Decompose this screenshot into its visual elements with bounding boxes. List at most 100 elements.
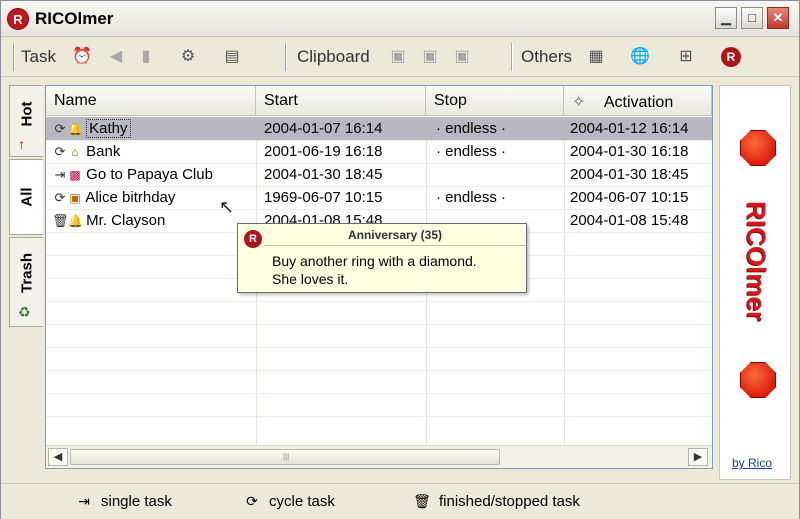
legend-finished-task: 🗑 finished/stopped task xyxy=(411,493,580,510)
tooltip-line: She loves it. xyxy=(272,271,349,287)
app-logo-icon: R xyxy=(7,8,29,30)
back-icon[interactable]: ◀ xyxy=(105,46,127,68)
toolbar-clipboard-label: Clipboard xyxy=(297,47,370,66)
row-name-cell: ⇥ ▩ Go to Papaya Club xyxy=(52,166,213,183)
app-window: R RICOlmer ▁ □ ✕ Task ⏰ ◀ ▮ ⚙ ▤ Clipboar… xyxy=(0,0,800,519)
tab-hot-label: Hot xyxy=(18,101,35,127)
scroll-thumb[interactable]: ||| xyxy=(70,449,500,465)
tab-all[interactable]: All xyxy=(9,159,43,235)
row-activation: 2004-01-30 18:45 xyxy=(570,166,689,183)
cycle-task-icon: ⟳ xyxy=(246,493,258,509)
bank-icon: ⌂ xyxy=(71,145,79,159)
row-start: 2004-01-30 18:45 xyxy=(264,166,383,183)
scroll-left-button[interactable]: ◀ xyxy=(48,448,68,466)
mouse-cursor-icon: ↖ xyxy=(219,197,235,217)
tooltip-body: Buy another ring with a diamond. She lov… xyxy=(272,252,477,288)
row-name: Go to Papaya Club xyxy=(86,166,213,183)
cycle-task-icon: ⟳ xyxy=(54,121,66,136)
network-icon[interactable]: ⊞ xyxy=(675,46,697,68)
brand-panel: RICOlmer by Rico xyxy=(719,85,791,480)
column-header-activation-label: Activation xyxy=(603,94,674,111)
legend-single-task: ⇥ single task xyxy=(73,493,172,510)
scroll-right-button[interactable]: ▶ xyxy=(688,448,708,466)
close-button[interactable]: ✕ xyxy=(767,7,789,29)
globe-icon[interactable]: 🌐 xyxy=(629,46,651,68)
column-header-stop[interactable]: Stop xyxy=(426,86,564,116)
delete-icon[interactable]: ▮ xyxy=(135,46,157,68)
tooltip-line: Buy another ring with a diamond. xyxy=(272,253,477,269)
table-row[interactable]: ⟳ ▣ Alice bitrhday 1969-06-07 10:15 · end… xyxy=(46,186,712,209)
row-name-cell: 🗑🔔 Mr. Clayson xyxy=(52,212,165,229)
copy-icon[interactable]: ▣ xyxy=(419,46,441,68)
settings-icon[interactable]: ⚙ xyxy=(177,46,199,68)
legend-label: finished/stopped task xyxy=(439,493,580,510)
finished-task-icon: 🗑 xyxy=(413,493,431,509)
by-rico-link[interactable]: by Rico xyxy=(732,456,772,470)
row-activation: 2004-06-07 10:15 xyxy=(570,189,689,206)
table-row[interactable]: ⇥ ▩ Go to Papaya Club 2004-01-30 18:45 20… xyxy=(46,163,712,186)
cycle-task-icon: ⟳ xyxy=(54,144,66,159)
cut-icon[interactable]: ▣ xyxy=(387,46,409,68)
trash-icon: ♻ xyxy=(18,304,31,320)
alarm-icon[interactable]: ⏰ xyxy=(71,46,93,68)
note-icon[interactable]: ▤ xyxy=(221,46,243,68)
row-divider xyxy=(46,324,712,325)
brand-text: RICOlmer xyxy=(741,201,772,321)
row-start: 1969-06-07 10:15 xyxy=(264,189,383,206)
window-title: RICOlmer xyxy=(35,9,114,28)
list-header: Name Start Stop ✧ Activation xyxy=(46,86,712,116)
bell-icon: 🔔 xyxy=(68,214,83,228)
title-bar: R RICOlmer ▁ □ ✕ xyxy=(1,1,799,37)
tab-all-label: All xyxy=(18,187,35,207)
minimize-button[interactable]: ▁ xyxy=(715,7,737,29)
column-header-start[interactable]: Start xyxy=(256,86,426,116)
row-activation: 2004-01-08 15:48 xyxy=(570,212,689,229)
row-divider xyxy=(46,416,712,417)
toolbar-separator xyxy=(13,43,15,71)
toolbar-task-label: Task xyxy=(21,47,56,66)
row-stop: · endless · xyxy=(436,143,507,160)
column-header-name[interactable]: Name xyxy=(46,86,256,116)
row-name: Alice bitrhday xyxy=(85,189,176,206)
calendar-icon[interactable]: ▦ xyxy=(585,46,607,68)
single-task-icon: ⇥ xyxy=(78,493,90,509)
finished-task-icon: 🗑 xyxy=(52,213,69,228)
horizontal-scrollbar[interactable]: ◀ ||| ▶ xyxy=(46,445,712,468)
grip-icon: ||| xyxy=(283,452,290,461)
legend-cycle-task: ⟳ cycle task xyxy=(241,493,335,510)
bell-icon: 🔔 xyxy=(68,122,83,136)
column-header-activation[interactable]: ✧ Activation xyxy=(564,86,712,116)
toolbar: Task ⏰ ◀ ▮ ⚙ ▤ Clipboard ▣ ▣ ▣ Others ▦ … xyxy=(1,37,799,77)
row-divider xyxy=(46,393,712,394)
row-activation: 2004-01-12 16:14 xyxy=(570,120,689,137)
brand-hexagon-icon xyxy=(740,362,776,398)
gift-icon: ▩ xyxy=(69,168,81,182)
row-start: 2001-06-19 16:18 xyxy=(264,143,383,160)
rico-icon[interactable]: R xyxy=(721,47,741,67)
row-stop: · endless · xyxy=(436,189,507,206)
row-name: Mr. Clayson xyxy=(86,212,166,229)
legend-label: single task xyxy=(101,493,172,510)
row-divider xyxy=(46,370,712,371)
row-divider xyxy=(46,347,712,348)
maximize-button[interactable]: □ xyxy=(741,7,763,29)
table-row[interactable]: ⟳ ⌂ Bank 2001-06-19 16:18 · endless · 200… xyxy=(46,140,712,163)
legend-label: cycle task xyxy=(269,493,335,510)
row-name-cell: ⟳ 🔔 Kathy xyxy=(52,119,131,138)
sort-icon: ✧ xyxy=(572,94,586,111)
tab-trash[interactable]: Trash ♻ xyxy=(9,237,43,327)
cycle-task-icon: ⟳ xyxy=(54,190,66,205)
table-row[interactable]: ⟳ 🔔 Kathy 2004-01-07 16:14 · endless · 20… xyxy=(46,117,712,140)
tab-hot[interactable]: Hot ↑ xyxy=(9,85,43,157)
row-start: 2004-01-07 16:14 xyxy=(264,120,383,137)
rico-logo-icon: R xyxy=(244,230,262,248)
paste-icon[interactable]: ▣ xyxy=(451,46,473,68)
tab-trash-label: Trash xyxy=(18,253,35,294)
single-task-icon: ⇥ xyxy=(54,167,66,182)
row-activation: 2004-01-30 16:18 xyxy=(570,143,689,160)
tooltip-title: Anniversary (35) xyxy=(264,224,526,246)
toolbar-separator xyxy=(285,43,287,71)
toolbar-separator xyxy=(511,43,513,71)
row-divider xyxy=(46,301,712,302)
task-tooltip: R Anniversary (35) Buy another ring with… xyxy=(237,223,527,293)
